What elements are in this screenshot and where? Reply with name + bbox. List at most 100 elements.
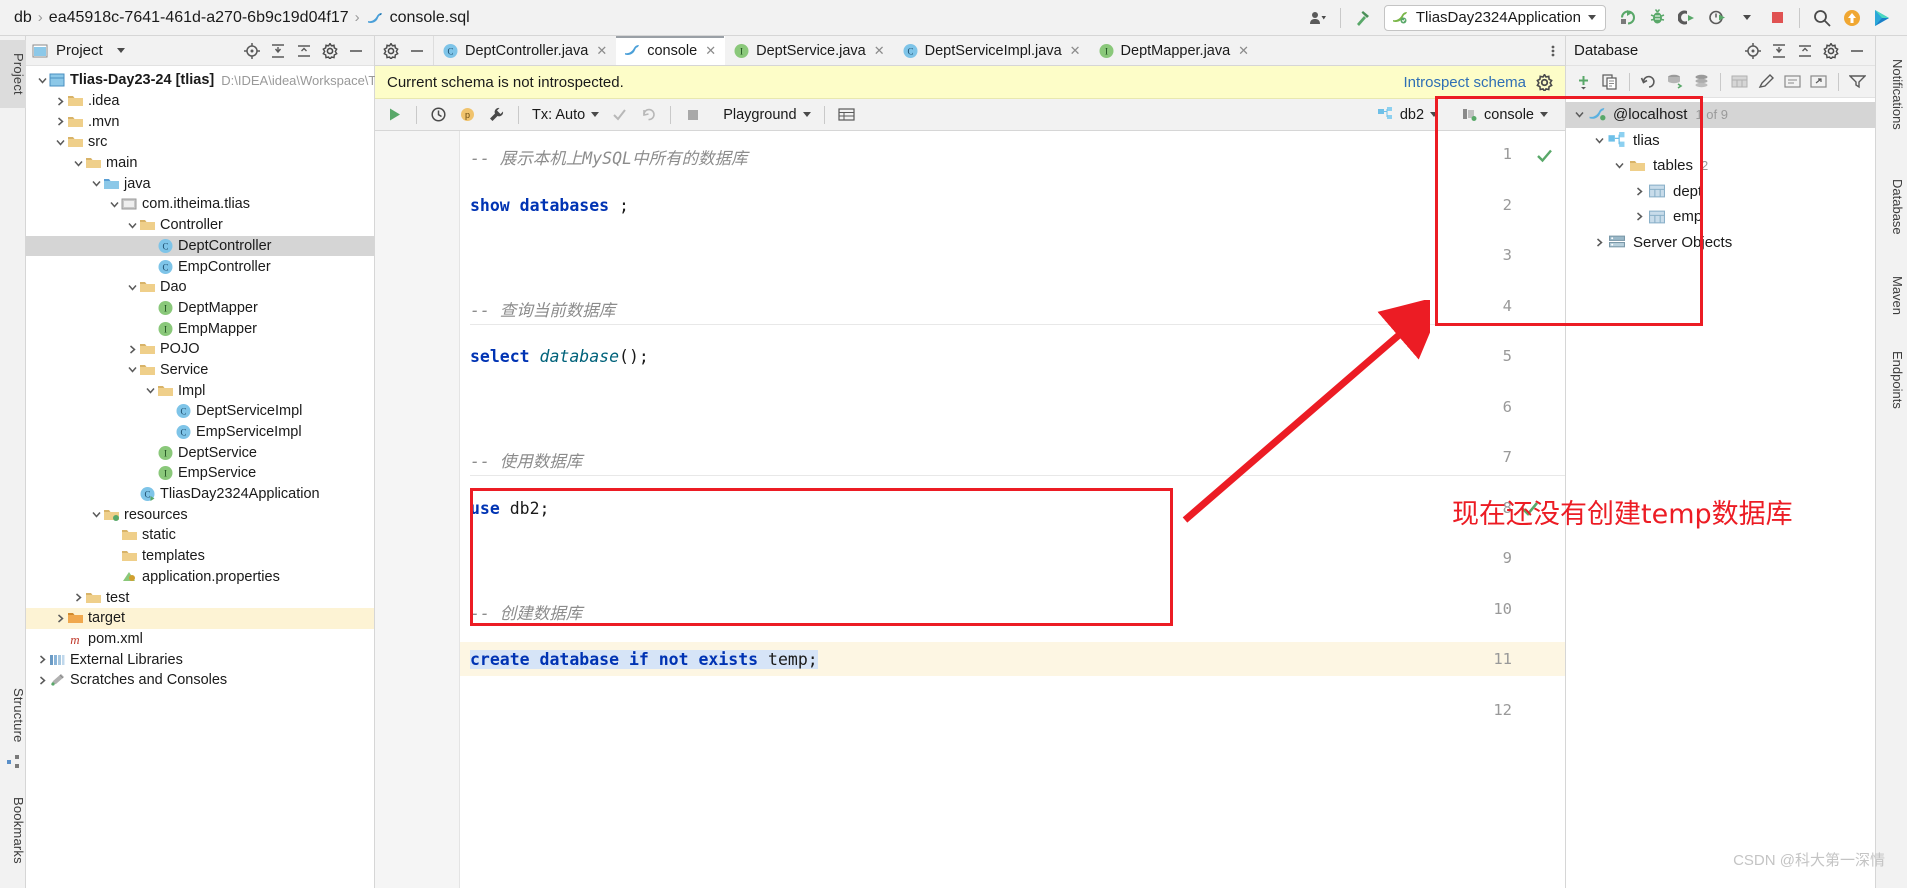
editor-tabs[interactable]: C DeptController.java ✕ console ✕ I DeptServic… [434,36,1258,65]
code-line[interactable]: -- 展示本机上MySQL中所有的数据库 [470,145,747,169]
project-tree-node[interactable]: static [26,525,374,546]
project-tree-node[interactable]: Impl [26,380,374,401]
hide-panel-icon[interactable] [1845,39,1869,63]
settings-icon[interactable] [1819,39,1843,63]
jump-icon[interactable] [1806,69,1831,95]
project-tree-node[interactable]: C EmpController [26,256,374,277]
chevron-down-icon[interactable] [1592,134,1607,147]
update-icon[interactable] [1837,3,1867,33]
coverage-icon[interactable] [1672,3,1702,33]
code-line[interactable]: select database(); [470,347,649,366]
sidebar-item-project[interactable]: Project [0,40,26,108]
code-line[interactable]: create database if not exists temp; [470,650,818,669]
editor-tab[interactable]: I DeptService.java ✕ [725,36,894,65]
close-icon[interactable]: ✕ [705,43,716,59]
breadcrumb-item-uuid[interactable]: ea45918c-7641-461d-a270-6b9c19d04f17 [49,9,349,27]
chevron-down-icon[interactable] [116,48,125,53]
project-tree-node[interactable]: C TliasDay2324Application [26,484,374,505]
chevron-right-icon[interactable] [1632,210,1647,223]
rerun-icon[interactable] [1612,3,1642,33]
refresh-icon[interactable] [1636,69,1661,95]
project-tree-node[interactable]: .idea [26,91,374,112]
wrench-icon[interactable] [483,102,510,128]
project-tree-node[interactable]: com.itheima.tlias [26,194,374,215]
project-tree-node[interactable]: application.properties [26,567,374,588]
breadcrumb-item-file[interactable]: console.sql [390,9,470,27]
chevron-right-icon[interactable] [126,343,139,356]
table-icon[interactable] [1727,69,1752,95]
breadcrumb-item-db[interactable]: db [14,9,32,27]
editor-gutter[interactable] [375,131,460,888]
user-settings-icon[interactable] [1303,3,1333,33]
sidebar-item-structure[interactable]: Structure [0,672,26,758]
project-tree-node[interactable]: I EmpMapper [26,318,374,339]
chevron-right-icon[interactable] [1632,185,1647,198]
code-line[interactable]: use db2; [470,499,550,518]
run-configuration-selector[interactable]: TliasDay2324Application [1383,4,1606,31]
close-icon[interactable]: ✕ [1070,43,1081,59]
code-line[interactable]: show databases ; [470,196,629,215]
chevron-down-icon[interactable] [72,157,85,170]
project-file-tree[interactable]: Tlias-Day23-24 [tlias] D:\IDEA\idea\Works… [26,66,396,691]
project-tree-node[interactable]: POJO [26,339,374,360]
sidebar-item-endpoints[interactable]: Endpoints [1877,341,1905,419]
chevron-right-icon[interactable] [36,674,49,687]
collapse-all-icon[interactable] [1793,39,1817,63]
project-tree-node[interactable]: C DeptController [26,235,374,257]
database-tree-node[interactable]: Server Objects [1566,230,1875,256]
edit-icon[interactable] [1753,69,1778,95]
stop-icon[interactable] [679,102,706,128]
chevron-down-icon[interactable] [1572,108,1587,121]
locate-icon[interactable] [240,39,264,63]
gear-icon[interactable] [1536,73,1553,91]
hammer-build-icon[interactable] [1348,3,1378,33]
chevron-down-icon[interactable] [1612,159,1627,172]
chevron-down-icon[interactable] [36,74,49,87]
session-selector[interactable]: console [1457,107,1553,123]
project-tree-node[interactable]: test [26,587,374,608]
chevron-right-icon[interactable] [54,95,67,108]
close-icon[interactable]: ✕ [874,43,885,59]
transaction-mode-selector[interactable]: Tx: Auto [527,107,604,123]
chevron-right-icon[interactable] [54,115,67,128]
copy-icon[interactable] [1597,69,1622,95]
run-icon[interactable] [381,102,408,128]
db-stack-icon[interactable] [1689,69,1714,95]
hide-panel-icon[interactable] [405,39,429,63]
project-tree-node[interactable]: src [26,132,374,153]
code-line[interactable]: -- 查询当前数据库 [470,297,615,321]
chevron-down-icon[interactable] [108,198,121,211]
project-tree-node[interactable]: templates [26,546,374,567]
rollback-icon[interactable] [635,102,662,128]
profiler-dropdown-icon[interactable] [1732,3,1762,33]
introspect-schema-link[interactable]: Introspect schema [1403,74,1526,91]
database-tree-node[interactable]: tlias [1566,128,1875,154]
filter-icon[interactable] [1845,69,1870,95]
project-tree-node[interactable]: java [26,173,374,194]
project-tree-node[interactable]: Controller [26,215,374,236]
datasource-selector[interactable]: db2 [1373,107,1443,123]
project-tree-node[interactable]: External Libraries [26,649,374,670]
sidebar-item-maven[interactable]: Maven [1877,266,1905,326]
chevron-right-icon[interactable] [1592,236,1607,249]
chevron-down-icon[interactable] [126,281,139,294]
project-tree-node[interactable]: .mvn [26,111,374,132]
project-tree-node[interactable]: I DeptMapper [26,298,374,319]
database-tree-node[interactable]: emp [1566,204,1875,230]
project-tree-node[interactable]: Dao [26,277,374,298]
history-icon[interactable] [425,102,452,128]
debug-icon[interactable] [1642,3,1672,33]
close-icon[interactable]: ✕ [596,43,607,59]
project-tree-node[interactable]: Tlias-Day23-24 [tlias] D:\IDEA\idea\Works… [26,70,396,91]
project-tree-node[interactable]: Service [26,360,374,381]
settings-icon[interactable] [318,39,342,63]
chevron-down-icon[interactable] [144,384,157,397]
chevron-down-icon[interactable] [54,136,67,149]
expand-all-icon[interactable] [266,39,290,63]
chevron-right-icon[interactable] [72,591,85,604]
project-tree-node[interactable]: C EmpServiceImpl [26,422,374,443]
close-icon[interactable]: ✕ [1238,43,1249,59]
project-tree-node[interactable]: I DeptService [26,442,374,463]
editor-tab[interactable]: console ✕ [616,36,726,65]
chevron-down-icon[interactable] [126,219,139,232]
